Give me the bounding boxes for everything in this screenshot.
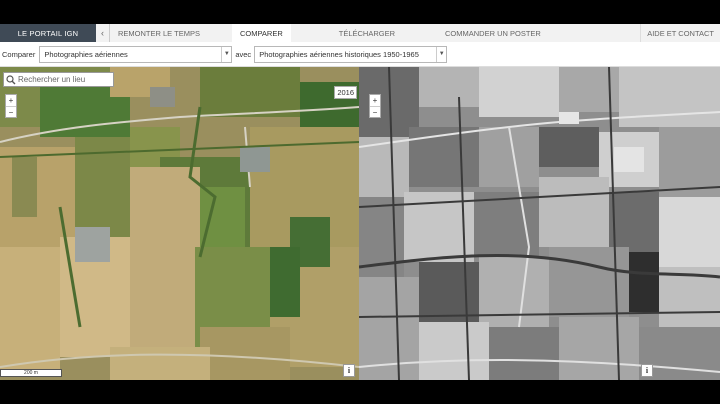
- left-layer-value: Photographies aériennes: [44, 49, 128, 59]
- right-zoom-control: + −: [369, 94, 381, 118]
- collapse-chevron-icon[interactable]: ‹: [96, 24, 110, 42]
- tab-comparer[interactable]: COMPARER: [231, 24, 291, 42]
- search-icon: [6, 74, 16, 84]
- compare-label: Comparer: [2, 49, 36, 59]
- zoom-in-button[interactable]: +: [6, 95, 16, 106]
- right-layer-value: Photographies aériennes historiques 1950…: [259, 49, 419, 59]
- aerial-photo-2016: [0, 67, 359, 380]
- tab-commander-poster[interactable]: COMMANDER UN POSTER: [437, 24, 549, 42]
- compare-bar: Comparer Photographies aériennes ▼ avec …: [0, 42, 720, 67]
- scale-bar: 200 m: [0, 369, 62, 377]
- chevron-down-icon: ▼: [436, 46, 446, 62]
- tab-telecharger[interactable]: TÉLÉCHARGER: [331, 24, 403, 42]
- search-input[interactable]: Rechercher un lieu: [3, 72, 114, 87]
- zoom-out-button[interactable]: −: [6, 106, 16, 117]
- left-layer-select[interactable]: Photographies aériennes ▼: [39, 45, 233, 63]
- left-map[interactable]: Rechercher un lieu + − 2016 i 200 m: [0, 67, 359, 380]
- right-layer-select[interactable]: Photographies aériennes historiques 1950…: [254, 45, 448, 63]
- chevron-down-icon: ▼: [221, 46, 231, 62]
- aerial-photo-historical: [359, 67, 720, 380]
- year-badge: 2016: [334, 86, 357, 99]
- zoom-out-button[interactable]: −: [370, 106, 380, 117]
- portal-ign-link[interactable]: LE PORTAIL IGN: [0, 24, 96, 42]
- tab-remonter-le-temps[interactable]: REMONTER LE TEMPS: [110, 24, 208, 42]
- avec-label: avec: [235, 49, 252, 59]
- zoom-in-button[interactable]: +: [370, 95, 380, 106]
- left-info-button[interactable]: i: [343, 364, 355, 377]
- help-contact-link[interactable]: AIDE ET CONTACT: [640, 24, 720, 42]
- right-map[interactable]: + − i: [359, 67, 720, 380]
- left-zoom-control: + −: [5, 94, 17, 118]
- search-placeholder: Rechercher un lieu: [18, 75, 86, 84]
- top-nav: LE PORTAIL IGN ‹ REMONTER LE TEMPS COMPA…: [0, 24, 720, 42]
- right-info-button[interactable]: i: [641, 364, 653, 377]
